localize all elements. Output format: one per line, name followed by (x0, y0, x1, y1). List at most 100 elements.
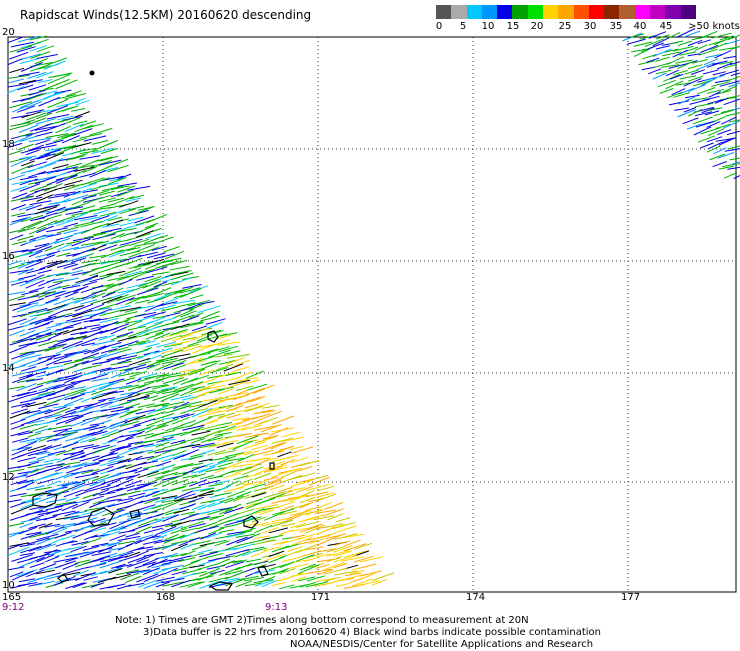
wind-barb (30, 46, 47, 52)
legend-label: 20 (531, 21, 544, 32)
wind-barb (9, 346, 27, 353)
wind-barb (119, 201, 138, 208)
wind-barb (38, 270, 52, 274)
wind-barb (216, 378, 239, 383)
wind-barb (199, 363, 217, 370)
wind-barb (118, 544, 133, 550)
legend-swatch (650, 5, 665, 19)
wind-barb (65, 463, 87, 469)
wind-barb (109, 431, 123, 436)
wind-barb (161, 307, 180, 312)
wind-barb (11, 197, 34, 202)
wind-barb (108, 465, 127, 472)
wind-barb (233, 367, 249, 372)
wind-barb (65, 497, 79, 502)
wind-barb (269, 535, 283, 538)
wind-barb (192, 545, 207, 550)
wind-barb (291, 447, 313, 453)
wind-barb (192, 431, 211, 435)
wind-barb (107, 494, 126, 499)
wind-barb (235, 401, 252, 406)
wind-barb (98, 577, 116, 583)
wind-barb (107, 355, 127, 360)
wind-barb (10, 502, 25, 507)
wind-barb (84, 325, 100, 328)
legend-label: 15 (507, 21, 520, 32)
wind-barb (145, 330, 162, 334)
wind-barb (152, 455, 174, 462)
wind-barb (262, 405, 279, 408)
wind-barb (118, 279, 132, 285)
wind-barb (20, 310, 43, 317)
wind-barb (9, 296, 25, 301)
wind-barb (74, 216, 97, 220)
wind-barb (9, 567, 25, 570)
wind-barb (100, 568, 121, 574)
wind-barb (128, 326, 146, 330)
wind-barb (46, 369, 62, 375)
wind-barb (272, 416, 294, 424)
wind-barb (197, 523, 217, 529)
wind-barb (703, 70, 719, 74)
wind-barb (269, 528, 288, 533)
wind-barb (36, 575, 53, 579)
wind-barb (65, 306, 84, 311)
wind-barb (18, 457, 36, 461)
wind-barb (63, 231, 85, 238)
wind-barb (44, 516, 58, 521)
wind-barb (171, 486, 187, 490)
wind-barb (73, 121, 87, 125)
wind-barb (19, 125, 38, 133)
note-line-1: Note: 1) Times are GMT 2)Times along bot… (115, 615, 601, 627)
wind-barb (209, 461, 228, 467)
wind-barb (135, 313, 156, 317)
wind-barb (9, 68, 24, 72)
wind-barb (726, 77, 740, 82)
wind-barb (37, 255, 55, 262)
wind-barb (153, 237, 173, 244)
wind-barb (161, 290, 181, 299)
wind-barb (181, 528, 197, 532)
wind-barb (54, 192, 75, 195)
wind-barb (723, 56, 736, 58)
lon-label-177: 177 (621, 592, 640, 603)
wind-barb (698, 136, 715, 142)
wind-barb (143, 488, 158, 491)
wind-barb (107, 288, 124, 294)
wind-barb (137, 348, 152, 354)
wind-barb (64, 490, 84, 497)
wind-barb (163, 543, 178, 549)
wind-barb (306, 507, 320, 511)
wind-barb (10, 515, 26, 520)
wind-barb (171, 473, 187, 479)
wind-barb (154, 282, 167, 287)
legend-color-bar (436, 5, 736, 19)
wind-barb (208, 484, 223, 487)
wind-barb (8, 84, 28, 87)
wind-barb (210, 457, 230, 461)
wind-barb (280, 562, 295, 568)
wind-barb (10, 217, 31, 225)
wind-barb (20, 318, 37, 325)
wind-barb (8, 86, 25, 93)
wind-barb (101, 250, 123, 258)
wind-barb (680, 76, 696, 79)
wind-barb (170, 266, 190, 270)
wind-barb (217, 456, 236, 463)
wind-barb (282, 437, 305, 441)
legend-swatch (558, 5, 573, 19)
wind-barb (8, 500, 22, 502)
wind-barb (372, 573, 394, 581)
wind-barb (18, 227, 36, 232)
wind-barb (118, 536, 141, 540)
map-title: Rapidscat Winds(12.5KM) 20160620 descend… (20, 8, 311, 22)
wind-barb (21, 359, 42, 366)
wind-map (0, 0, 740, 650)
legend-swatch (451, 5, 466, 19)
legend-swatch (574, 5, 589, 19)
wind-barb (28, 445, 46, 450)
wind-barb (36, 454, 54, 459)
island-outline (88, 508, 114, 526)
legend-swatch (665, 5, 680, 19)
wind-barb (12, 438, 28, 442)
